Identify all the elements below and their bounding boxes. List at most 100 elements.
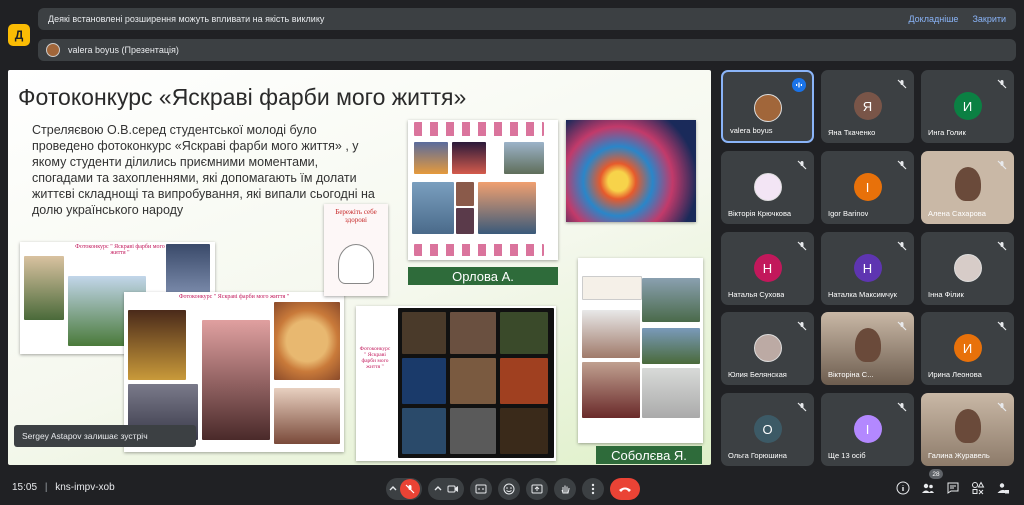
speaking-indicator-icon xyxy=(792,78,806,92)
camera-icon xyxy=(447,485,458,493)
shapes-icon xyxy=(972,481,985,495)
participant-name: Юлия Белянская xyxy=(728,370,787,379)
label-sobolieva: Соболєва Я. xyxy=(596,446,702,464)
mic-options-button[interactable] xyxy=(386,478,422,500)
muted-mic-icon xyxy=(797,318,807,331)
clock: 15:05 xyxy=(12,482,38,493)
camera-button[interactable] xyxy=(428,478,464,500)
more-vert-icon xyxy=(591,483,595,495)
participant-avatar: I xyxy=(853,173,882,201)
participant-tile[interactable]: И Инга Голик xyxy=(921,70,1014,143)
separator: | xyxy=(44,482,48,493)
chat-button[interactable] xyxy=(946,481,960,495)
participant-avatar: И xyxy=(953,334,982,362)
close-link[interactable]: Закрити xyxy=(972,14,1006,24)
participant-name: Інна Філик xyxy=(928,290,964,299)
host-controls-button[interactable] xyxy=(996,481,1010,495)
meeting-code[interactable]: kns-impv-xob xyxy=(55,482,114,493)
participant-avatar xyxy=(753,334,782,362)
participant-avatar: Н xyxy=(853,254,882,282)
participant-video xyxy=(955,409,981,443)
muted-mic-icon xyxy=(797,399,807,412)
card1-caption: Фотоконкурс " Яскраві фарби мого життя " xyxy=(75,244,165,256)
details-link[interactable]: Докладніше xyxy=(908,14,958,24)
participant-avatar: И xyxy=(953,92,982,120)
participant-left-toast: Sergey Astapov залишає зустріч xyxy=(14,425,196,447)
presenter-label: valera boyus (Презентація) xyxy=(68,45,179,55)
hang-up-icon xyxy=(619,487,631,492)
participant-avatar: Н xyxy=(753,254,782,282)
participant-tile[interactable]: И Ирина Леонова xyxy=(921,312,1014,385)
participant-name: Инга Голик xyxy=(928,128,966,137)
presenter-avatar xyxy=(46,43,60,57)
sign-image: Бережіть себе здорові xyxy=(324,204,388,296)
photo-collage-top xyxy=(408,120,558,260)
muted-mic-icon xyxy=(997,318,1007,331)
meeting-details-button[interactable] xyxy=(896,481,910,495)
meet-logo-icon[interactable]: Д xyxy=(8,24,30,46)
participant-tile[interactable]: Алена Сахарова xyxy=(921,151,1014,224)
presenter-bar: valera boyus (Презентація) xyxy=(38,39,1016,61)
warning-message: Деякі встановлені розширення можуть впли… xyxy=(48,14,325,24)
participant-tile[interactable]: valera boyus xyxy=(721,70,814,143)
chevron-up-icon xyxy=(434,486,442,491)
reactions-button[interactable] xyxy=(498,478,520,500)
participant-tile[interactable]: Юлия Белянская xyxy=(721,312,814,385)
muted-mic-icon xyxy=(897,76,907,89)
participant-name: Ще 13 осіб xyxy=(828,451,866,460)
participant-name: Вікторіна С... xyxy=(828,370,874,379)
muted-mic-icon xyxy=(997,238,1007,251)
participant-name: valera boyus xyxy=(730,126,773,135)
more-options-button[interactable] xyxy=(582,478,604,500)
participant-name: Наталка Максимчук xyxy=(828,290,897,299)
participant-count-badge: 28 xyxy=(929,469,943,479)
participant-tile[interactable]: Н Наталья Сухова xyxy=(721,232,814,305)
hand-icon xyxy=(561,485,570,494)
people-button[interactable] xyxy=(921,481,935,495)
presentation-slide: Фотоконкурс «Яскраві фарби мого життя» С… xyxy=(8,70,711,465)
participant-tile[interactable]: Вікторіна С... xyxy=(821,312,914,385)
muted-mic-icon xyxy=(897,399,907,412)
participant-name: Igor Barinov xyxy=(828,209,869,218)
info-icon xyxy=(896,481,910,495)
leave-call-button[interactable] xyxy=(610,478,640,500)
participant-tile[interactable]: I Ще 13 осіб xyxy=(821,393,914,466)
participant-tile[interactable]: Н Наталка Максимчук xyxy=(821,232,914,305)
captions-button[interactable] xyxy=(470,478,492,500)
photo-collage-dark: Фотоконкурс " Яскраві фарби мого життя " xyxy=(356,306,556,461)
muted-mic-icon xyxy=(997,399,1007,412)
present-screen-icon xyxy=(531,484,543,494)
captions-icon xyxy=(475,484,487,494)
participant-tile[interactable]: О Ольга Горюшина xyxy=(721,393,814,466)
card2-caption: Фотоконкурс " Яскраві фарби мого життя " xyxy=(178,294,290,300)
photo-collage-right xyxy=(578,258,703,443)
participant-tile[interactable]: Я Яна Ткаченко xyxy=(821,70,914,143)
mic-off-icon xyxy=(400,479,420,499)
participant-name: Ирина Леонова xyxy=(928,370,982,379)
participant-name: Галина Журавель xyxy=(928,451,990,460)
activities-button[interactable] xyxy=(971,481,985,495)
participant-tile[interactable]: I Igor Barinov xyxy=(821,151,914,224)
present-button[interactable] xyxy=(526,478,548,500)
participant-avatar xyxy=(753,173,782,201)
participant-tile[interactable]: Галина Журавель xyxy=(921,393,1014,466)
chevron-up-icon xyxy=(389,486,397,491)
sign-text: Бережіть себе здорові xyxy=(335,208,377,224)
muted-mic-icon xyxy=(897,318,907,331)
chat-icon xyxy=(947,482,959,494)
lock-person-icon xyxy=(997,483,1009,494)
muted-mic-icon xyxy=(997,157,1007,170)
label-orlova: Орлова А. xyxy=(408,267,558,285)
raise-hand-button[interactable] xyxy=(554,478,576,500)
muted-mic-icon xyxy=(897,238,907,251)
participant-tile[interactable]: Вікторія Крючкова xyxy=(721,151,814,224)
muted-mic-icon xyxy=(797,157,807,170)
muted-mic-icon xyxy=(997,76,1007,89)
card3-caption: Фотоконкурс " Яскраві фарби мого життя " xyxy=(359,346,391,370)
participant-video xyxy=(955,167,981,201)
participant-tile[interactable]: Інна Філик xyxy=(921,232,1014,305)
participant-avatar xyxy=(753,94,782,122)
participant-avatar: О xyxy=(753,415,782,443)
participant-name: Яна Ткаченко xyxy=(828,128,876,137)
meeting-info: 15:05 | kns-impv-xob xyxy=(12,482,115,493)
